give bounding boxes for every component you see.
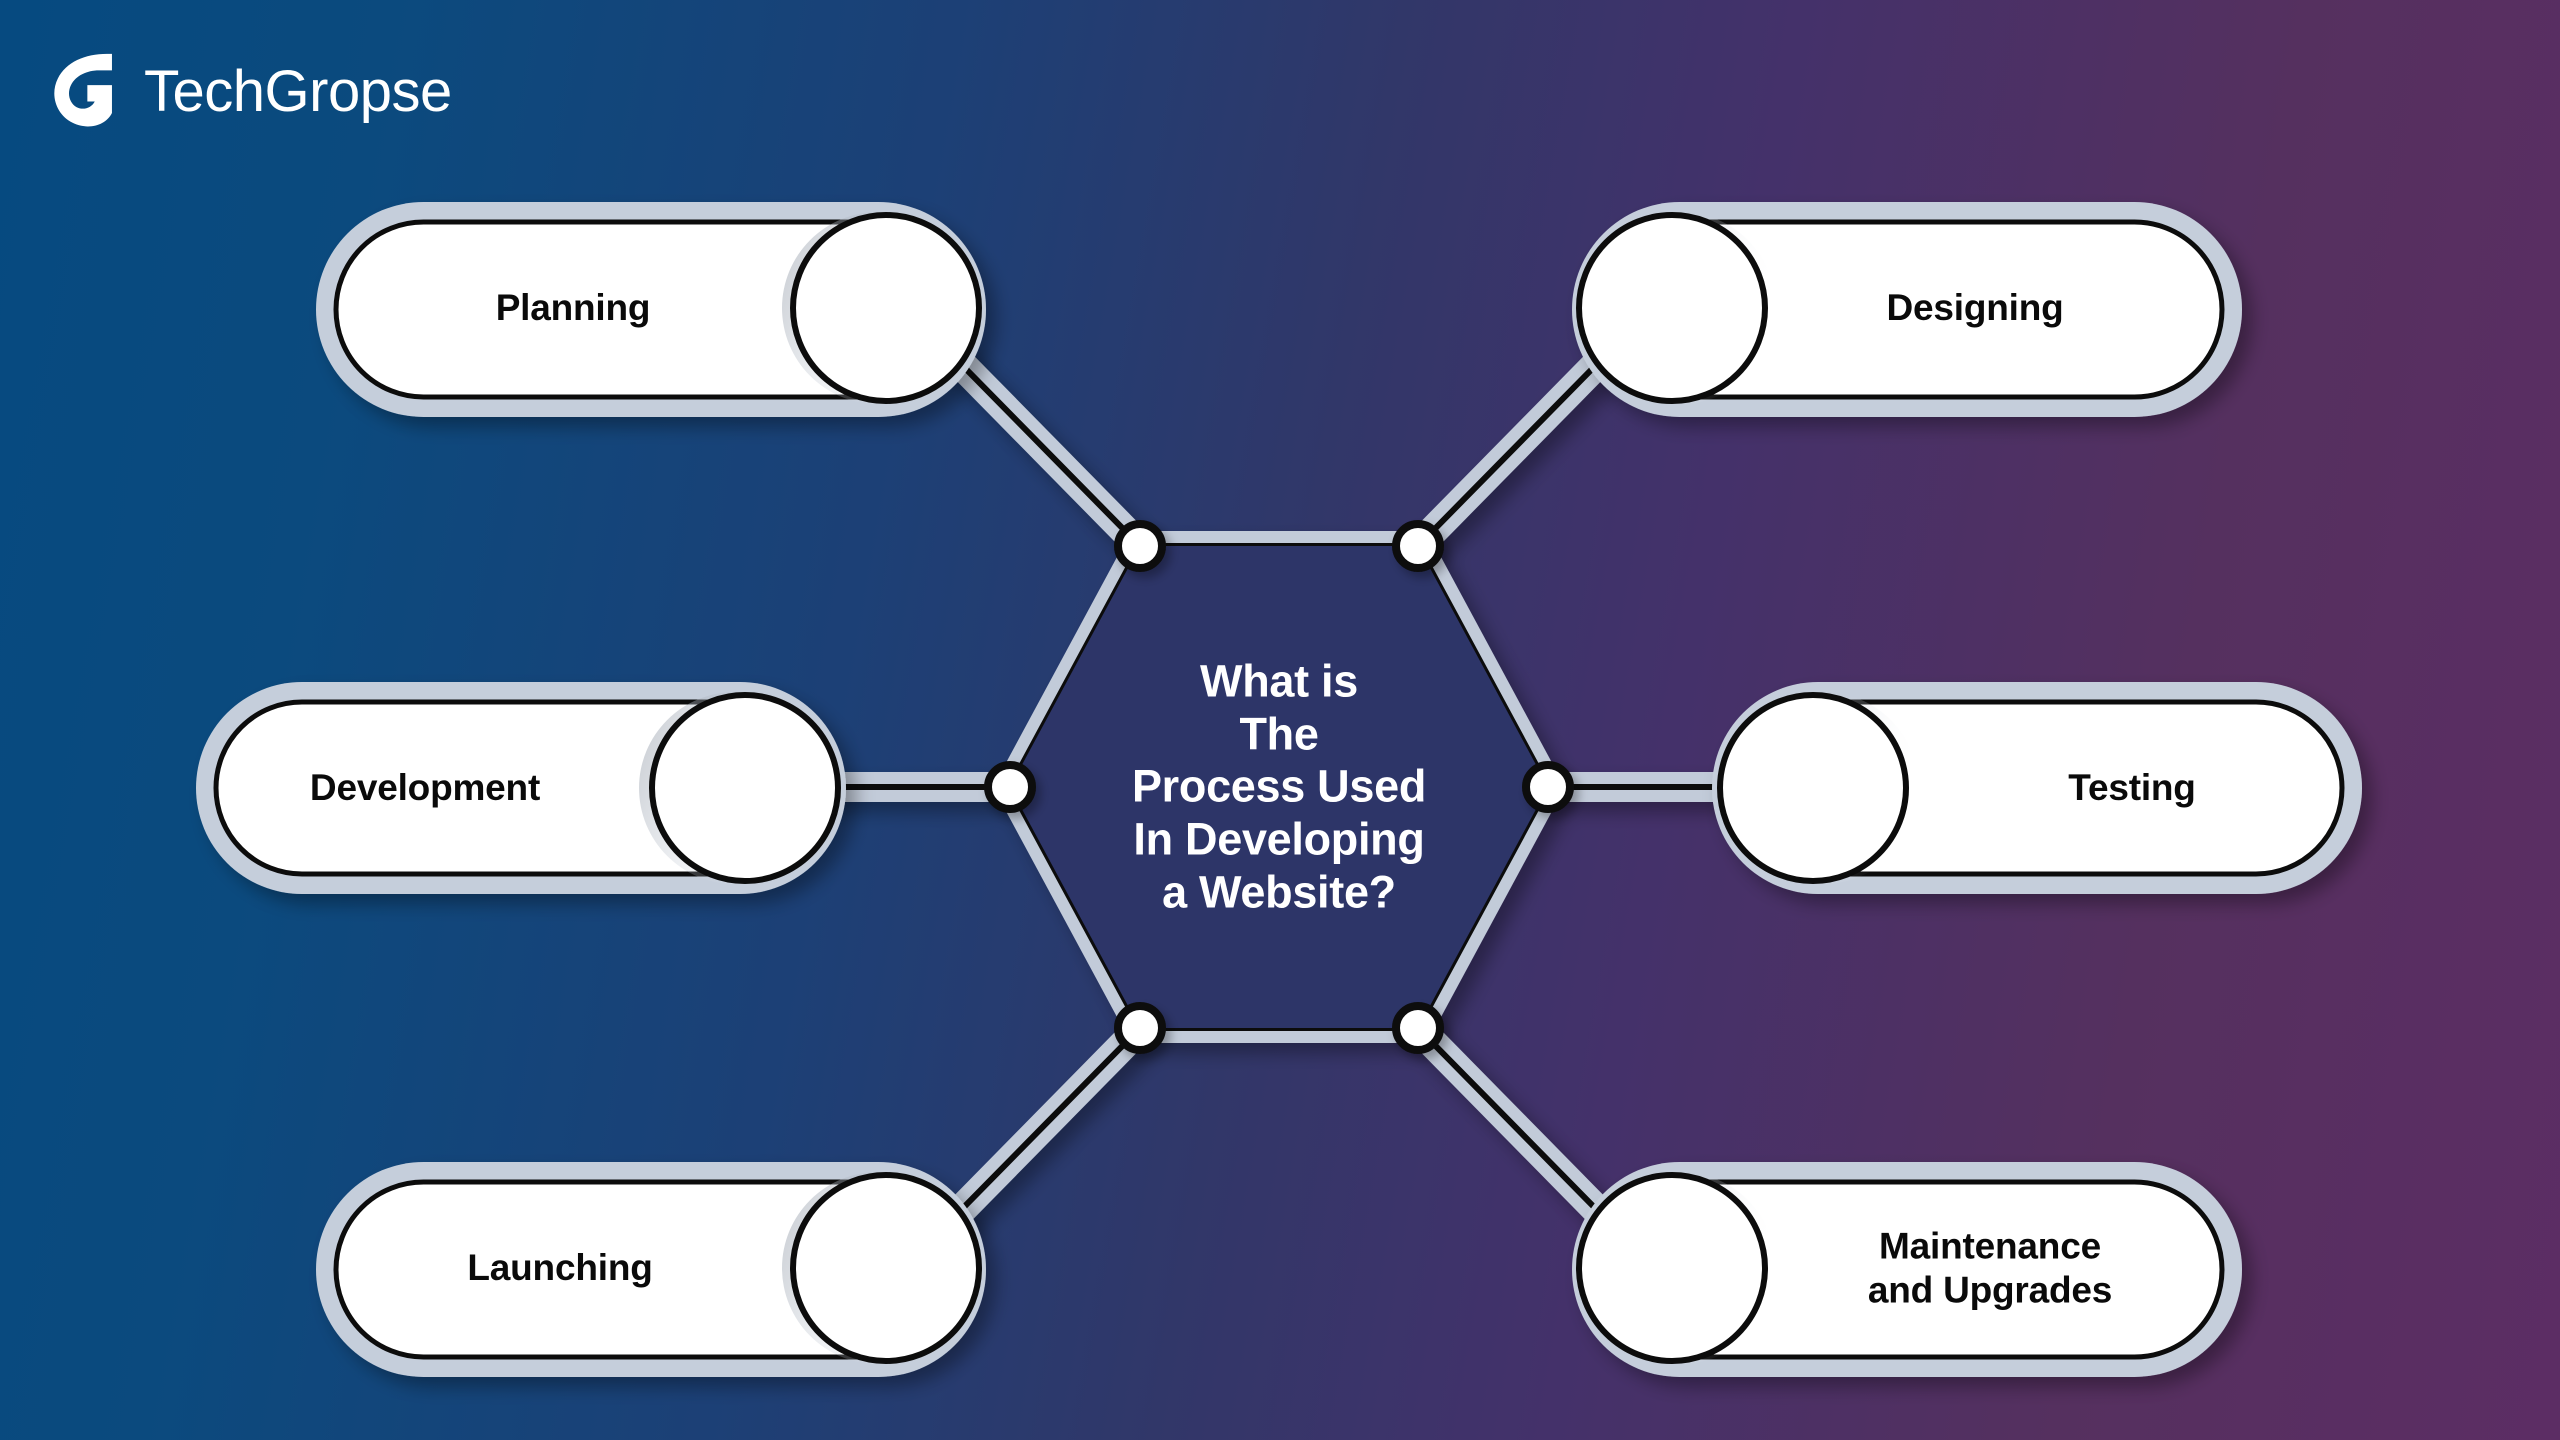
junction-node-right <box>1522 761 1574 813</box>
node-card-launching[interactable] <box>316 1162 986 1377</box>
designing-icon-circle <box>1576 212 1768 404</box>
brand-logo[interactable]: TechGropse <box>48 44 452 136</box>
junction-node-bottom-left <box>1114 1002 1166 1054</box>
junction-node-left <box>984 761 1036 813</box>
junction-node-bottom-right <box>1392 1002 1444 1054</box>
node-card-maintenance[interactable] <box>1572 1162 2242 1377</box>
node-card-planning[interactable] <box>316 202 986 417</box>
brand-name: TechGropse <box>144 59 452 124</box>
maintenance-icon-circle <box>1576 1172 1768 1364</box>
infographic-canvas: TechGropse Planning Designing Developmen… <box>0 0 2560 1440</box>
junction-node-top-right <box>1392 520 1444 572</box>
process-diagram <box>196 202 2362 1377</box>
development-icon-circle <box>649 692 841 884</box>
node-card-development[interactable] <box>196 682 846 894</box>
launching-icon-circle <box>790 1172 982 1364</box>
junction-node-top-left <box>1114 520 1166 572</box>
techgropse-g-mark-icon <box>54 53 112 127</box>
node-card-designing[interactable] <box>1572 202 2242 417</box>
planning-icon-circle <box>790 212 982 404</box>
node-card-testing[interactable] <box>1712 682 2362 894</box>
testing-icon-circle <box>1717 692 1909 884</box>
